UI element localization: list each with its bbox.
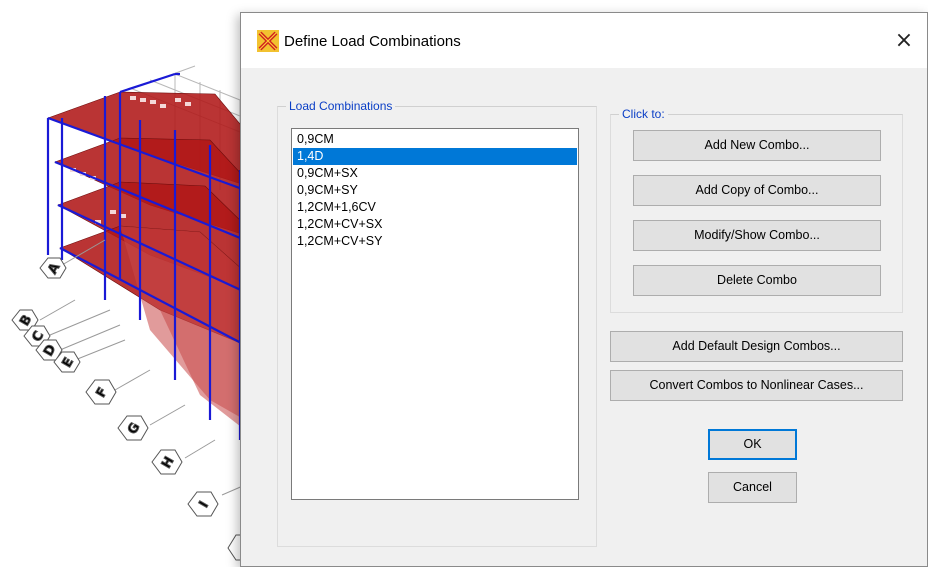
ok-label: OK (743, 437, 762, 451)
add-copy-of-combo-button[interactable]: Add Copy of Combo... (633, 175, 881, 206)
grid-bubble-H: H (151, 449, 183, 475)
grid-bubble-G: G (117, 415, 149, 441)
list-item[interactable]: 0,9CM (293, 131, 577, 148)
grid-bubble-A: A (39, 257, 67, 279)
list-item[interactable]: 1,2CM+CV+SX (293, 216, 577, 233)
list-item[interactable]: 1,2CM+CV+SY (293, 233, 577, 250)
structure-3d-view: A B C D E F G H I (0, 0, 260, 567)
add-new-combo-button[interactable]: Add New Combo... (633, 130, 881, 161)
load-combinations-label: Load Combinations (289, 99, 393, 113)
list-item[interactable]: 0,9CM+SY (293, 182, 577, 199)
convert-combos-button[interactable]: Convert Combos to Nonlinear Cases... (610, 370, 903, 401)
load-combinations-list[interactable]: 0,9CM 1,4D 0,9CM+SX 0,9CM+SY 1,2CM+1,6CV… (291, 128, 579, 500)
grid-bubble-I: I (187, 491, 219, 517)
click-to-label: Click to: (622, 107, 665, 121)
dialog-title: Define Load Combinations (284, 33, 461, 50)
define-load-combinations-dialog: Define Load Combinations × Load Combinat… (240, 12, 928, 567)
cancel-button[interactable]: Cancel (708, 472, 797, 503)
add-default-design-combos-label: Add Default Design Combos... (672, 339, 841, 353)
list-item[interactable]: 1,2CM+1,6CV (293, 199, 577, 216)
ok-button[interactable]: OK (708, 429, 797, 460)
list-item-selected[interactable]: 1,4D (293, 148, 577, 165)
grid-bubble-F: F (85, 379, 117, 405)
add-default-design-combos-button[interactable]: Add Default Design Combos... (610, 331, 903, 362)
close-icon[interactable]: × (881, 25, 927, 57)
modify-show-combo-label: Modify/Show Combo... (694, 228, 820, 242)
delete-combo-label: Delete Combo (717, 273, 797, 287)
sap2000-app-icon (257, 30, 279, 52)
cancel-label: Cancel (733, 480, 772, 494)
structure-3d-model-graphic: A B C D E F G H I (11, 65, 253, 561)
modify-show-combo-button[interactable]: Modify/Show Combo... (633, 220, 881, 251)
delete-combo-button[interactable]: Delete Combo (633, 265, 881, 296)
add-new-combo-label: Add New Combo... (704, 138, 810, 152)
convert-combos-label: Convert Combos to Nonlinear Cases... (649, 378, 864, 392)
list-item[interactable]: 0,9CM+SX (293, 165, 577, 182)
title-bar: Define Load Combinations × (241, 13, 927, 68)
add-copy-of-combo-label: Add Copy of Combo... (695, 183, 819, 197)
